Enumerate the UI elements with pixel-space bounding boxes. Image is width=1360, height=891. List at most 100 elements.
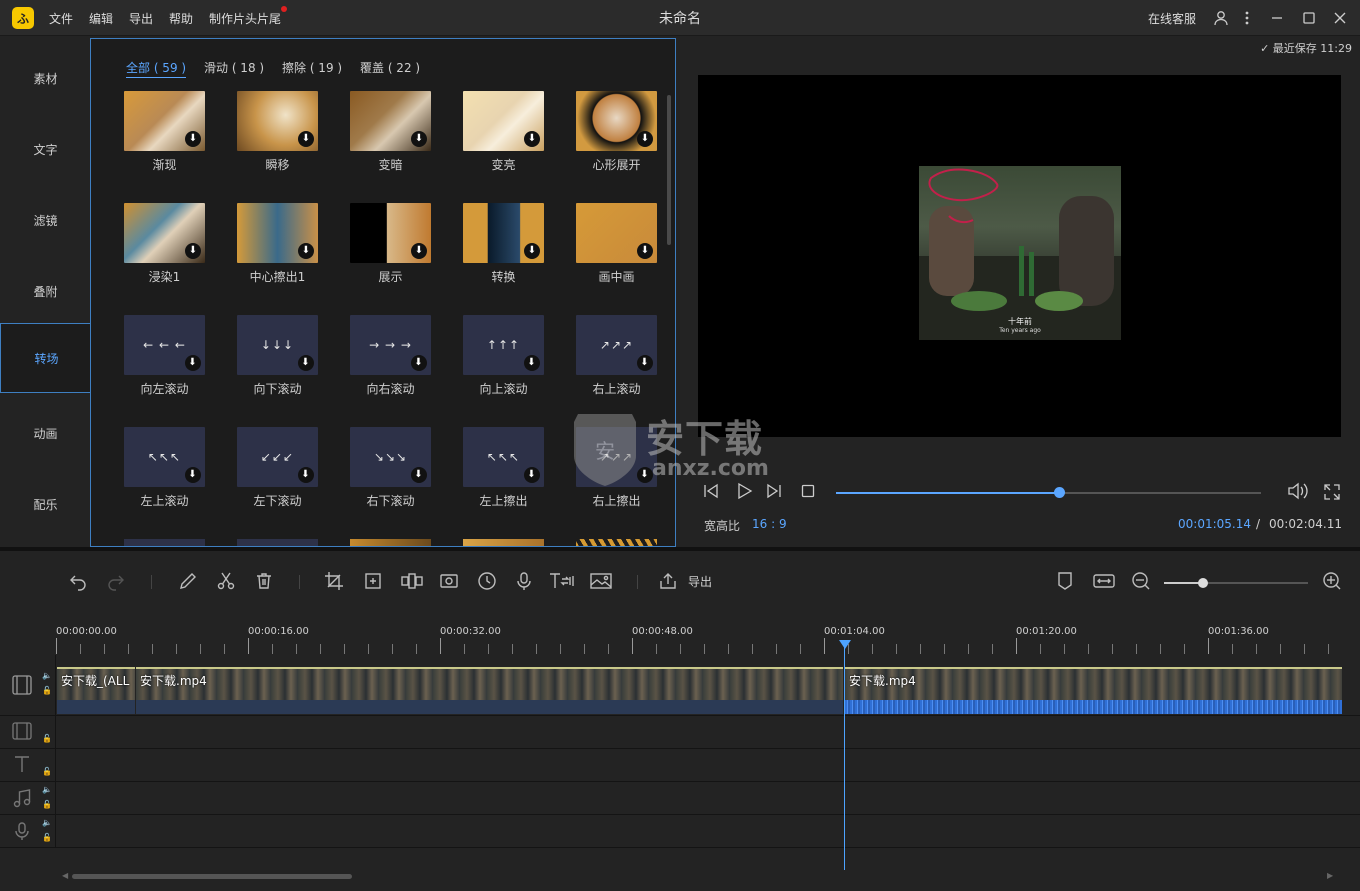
download-icon[interactable]: ⬇: [637, 355, 653, 371]
transition-tile[interactable]: ⬇ 浸染1: [124, 203, 205, 285]
transition-tile-partial[interactable]: [124, 539, 205, 546]
speaker-icon[interactable]: 🔈: [42, 818, 52, 827]
download-icon[interactable]: ⬇: [298, 243, 314, 259]
tab-transition[interactable]: 转场: [0, 323, 92, 393]
download-icon[interactable]: ⬇: [411, 467, 427, 483]
seek-handle[interactable]: [1054, 487, 1065, 498]
stop-icon[interactable]: [801, 484, 815, 502]
transition-tile[interactable]: ↑↑↑ ⬇ 向上滚动: [463, 315, 544, 397]
transition-tile-partial[interactable]: [350, 539, 431, 546]
transition-tile[interactable]: ↙↙↙ ⬇ 左下滚动: [237, 427, 318, 509]
speaker-icon[interactable]: 🔈: [42, 785, 52, 794]
transition-tile[interactable]: ↓↓↓ ⬇ 向下滚动: [237, 315, 318, 397]
transition-tile-partial[interactable]: [237, 539, 318, 546]
download-icon[interactable]: ⬇: [298, 355, 314, 371]
video-clip[interactable]: 安下载_(ALL: [57, 667, 135, 700]
download-icon[interactable]: ⬇: [185, 243, 201, 259]
zoom-out-icon[interactable]: [1131, 571, 1151, 595]
aspect-ratio-value[interactable]: 16 : 9: [752, 517, 787, 531]
transition-tile[interactable]: ⬇ 变亮: [463, 91, 544, 173]
transition-tile[interactable]: ↖↖↖ ⬇ 左上擦出: [463, 427, 544, 509]
lock-icon[interactable]: 🔓: [42, 767, 52, 776]
crop-icon[interactable]: [324, 571, 344, 595]
speaker-icon[interactable]: 🔈: [42, 671, 52, 680]
download-icon[interactable]: ⬇: [185, 131, 201, 147]
transition-tile[interactable]: ⬇ 瞬移: [237, 91, 318, 173]
filter-tab-all[interactable]: 全部 ( 59 ): [126, 59, 187, 78]
playhead-handle[interactable]: [839, 640, 851, 649]
tab-filter[interactable]: 滤镜: [0, 185, 91, 255]
cut-scissors-icon[interactable]: [216, 571, 236, 595]
tab-text[interactable]: 文字: [0, 114, 91, 184]
library-scrollbar[interactable]: [667, 95, 671, 245]
zoom-slider-handle[interactable]: [1198, 578, 1208, 588]
transition-tile[interactable]: ⬇ 转换: [463, 203, 544, 285]
more-options-icon[interactable]: [1237, 8, 1257, 28]
zoom-frame-icon[interactable]: [363, 571, 383, 595]
timeline-ruler[interactable]: 00:00:00.00 00:00:16.00 00:00:32.00 00:0…: [0, 614, 1360, 654]
transition-tile[interactable]: ↗↗↗ ⬇ 右上滚动: [576, 315, 657, 397]
download-icon[interactable]: ⬇: [524, 467, 540, 483]
download-icon[interactable]: ⬇: [185, 467, 201, 483]
zoom-in-icon[interactable]: [1322, 571, 1342, 595]
transition-tile[interactable]: ↘↘↘ ⬇ 右下滚动: [350, 427, 431, 509]
redo-icon[interactable]: [106, 571, 126, 595]
download-icon[interactable]: ⬇: [637, 131, 653, 147]
download-icon[interactable]: ⬇: [185, 355, 201, 371]
transition-tile-partial[interactable]: [463, 539, 544, 546]
marker-icon[interactable]: [1056, 571, 1074, 595]
undo-icon[interactable]: [68, 571, 88, 595]
transition-tile[interactable]: ⬇ 变暗: [350, 91, 431, 173]
download-icon[interactable]: ⬇: [411, 355, 427, 371]
transition-tile[interactable]: ↖↖↖ ⬇ 左上滚动: [124, 427, 205, 509]
voiceover-mic-icon[interactable]: [514, 571, 534, 595]
tab-music[interactable]: 配乐: [0, 469, 91, 539]
filter-tab-wipe[interactable]: 擦除 ( 19 ): [282, 59, 342, 76]
close-icon[interactable]: [1330, 8, 1350, 28]
online-support-link[interactable]: 在线客服: [1148, 10, 1196, 27]
transition-tile-partial[interactable]: [576, 539, 657, 546]
transition-tile[interactable]: ⬇ 中心擦出1: [237, 203, 318, 285]
download-icon[interactable]: ⬇: [298, 131, 314, 147]
download-icon[interactable]: ⬇: [411, 131, 427, 147]
download-icon[interactable]: ⬇: [411, 243, 427, 259]
export-button-label[interactable]: 导出: [688, 573, 712, 590]
filter-tab-cover[interactable]: 覆盖 ( 22 ): [360, 59, 420, 76]
transition-tile[interactable]: ⬇ 心形展开: [576, 91, 657, 173]
edit-pencil-icon[interactable]: [178, 571, 198, 595]
delete-trash-icon[interactable]: [254, 571, 274, 595]
duration-clock-icon[interactable]: [477, 571, 497, 595]
freeze-frame-icon[interactable]: [439, 571, 459, 595]
minimize-icon[interactable]: [1267, 8, 1287, 28]
scroll-right-icon[interactable]: ▶: [1327, 871, 1333, 880]
lock-icon[interactable]: 🔓: [42, 800, 52, 809]
lock-icon[interactable]: 🔓: [42, 686, 52, 695]
volume-icon[interactable]: [1287, 482, 1309, 504]
download-icon[interactable]: ⬇: [524, 355, 540, 371]
text-to-speech-icon[interactable]: [548, 571, 576, 595]
download-icon[interactable]: ⬇: [524, 243, 540, 259]
mosaic-icon[interactable]: [400, 571, 424, 595]
lock-icon[interactable]: 🔓: [42, 734, 52, 743]
lock-icon[interactable]: 🔓: [42, 833, 52, 842]
download-icon[interactable]: ⬇: [298, 467, 314, 483]
transition-tile[interactable]: ⬇ 展示: [350, 203, 431, 285]
filter-tab-slide[interactable]: 滑动 ( 18 ): [204, 59, 264, 76]
playhead-line[interactable]: [844, 642, 845, 870]
download-icon[interactable]: ⬇: [524, 131, 540, 147]
fit-timeline-icon[interactable]: [1093, 571, 1115, 595]
tab-material[interactable]: 素材: [0, 43, 91, 113]
scroll-left-icon[interactable]: ◀: [62, 871, 68, 880]
video-clip-selected[interactable]: 安下载.mp4: [845, 667, 1342, 700]
video-clip[interactable]: 安下载.mp4: [136, 667, 843, 700]
transition-tile[interactable]: → → → ⬇ 向右滚动: [350, 315, 431, 397]
user-icon[interactable]: [1211, 8, 1231, 28]
transition-tile[interactable]: ⬇ 画中画: [576, 203, 657, 285]
timeline-scrollbar[interactable]: [72, 874, 352, 879]
preview-screen[interactable]: 十年前 Ten years ago: [698, 75, 1341, 437]
maximize-icon[interactable]: [1299, 8, 1319, 28]
transition-tile[interactable]: ⬇ 渐现: [124, 91, 205, 173]
download-icon[interactable]: ⬇: [637, 243, 653, 259]
tab-overlay[interactable]: 叠附: [0, 256, 91, 326]
tab-animation[interactable]: 动画: [0, 398, 91, 468]
